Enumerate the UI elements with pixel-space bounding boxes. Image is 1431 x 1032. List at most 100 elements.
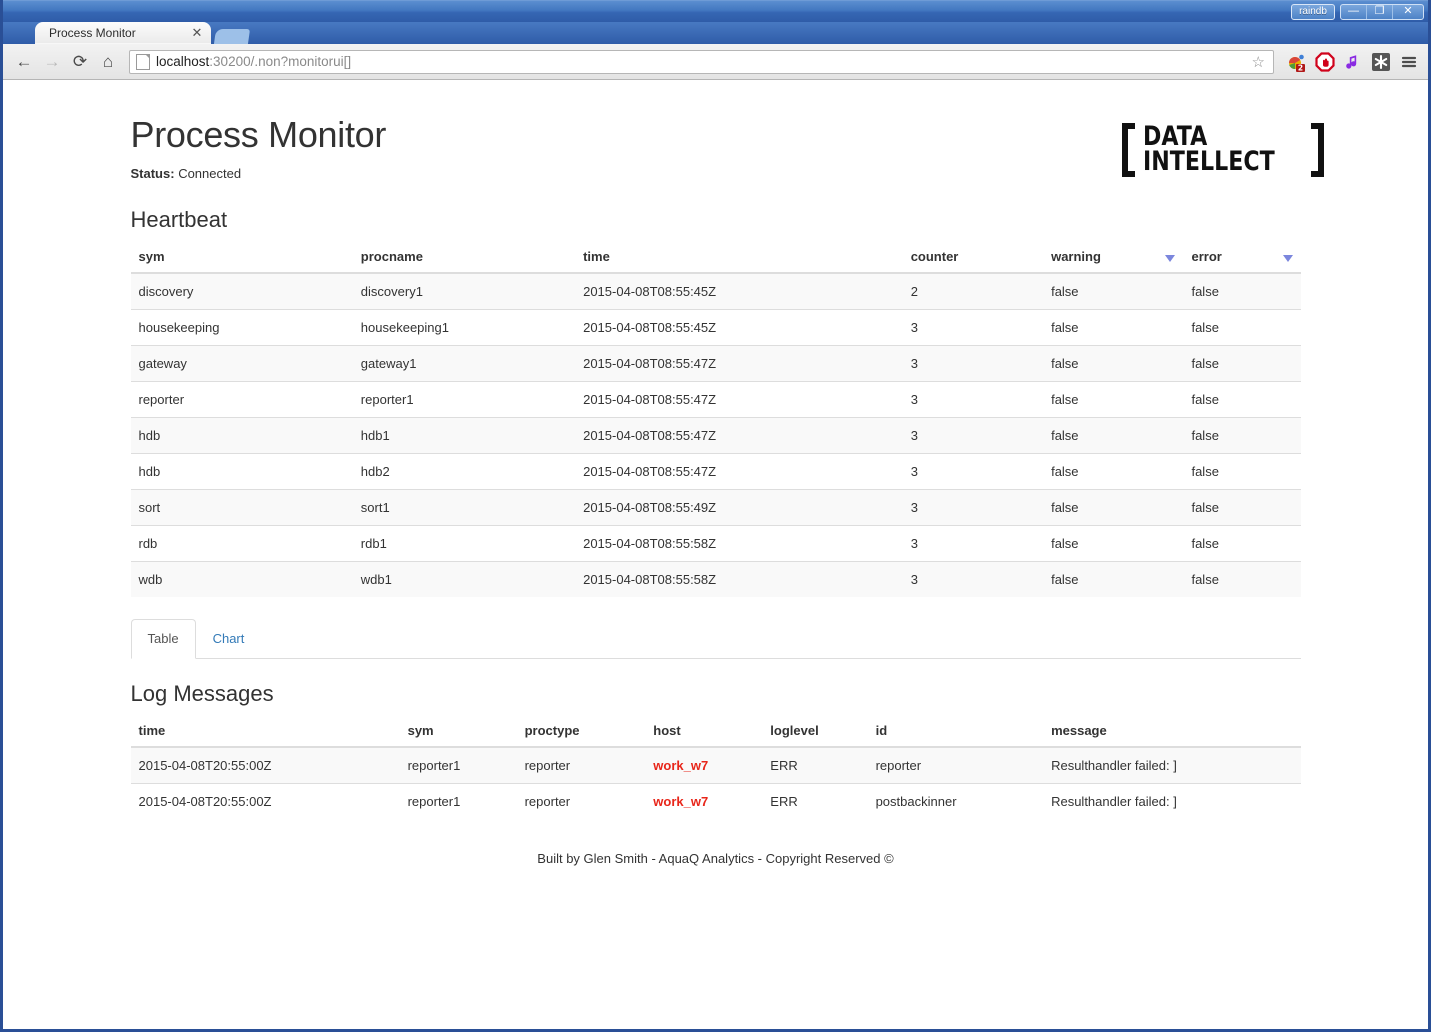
cell-counter: 3 (902, 381, 1044, 418)
cell-sym: discovery (130, 272, 353, 310)
cell-host: work_w7 (645, 783, 763, 820)
cell-proctype: reporter (516, 783, 646, 820)
heartbeat-table: sym procname time counter warning error disco… (130, 241, 1301, 597)
table-row[interactable]: rdb rdb1 2015-04-08T08:55:58Z 3 false false (130, 525, 1301, 562)
column-header-loglevel[interactable]: loglevel (762, 715, 868, 749)
page-info-icon (136, 53, 150, 70)
sort-descending-icon[interactable] (1165, 254, 1176, 262)
table-row[interactable]: gateway gateway1 2015-04-08T08:55:47Z 3 fals… (130, 345, 1301, 382)
column-header-time[interactable]: time (575, 241, 903, 274)
column-header-host[interactable]: host (645, 715, 763, 749)
google-drive-extension-icon[interactable]: 2 (1286, 51, 1308, 73)
cell-time: 2015-04-08T08:55:58Z (575, 561, 903, 597)
status-label: Status: (130, 166, 175, 181)
cell-procname: sort1 (352, 489, 576, 526)
close-icon[interactable]: ✕ (189, 25, 205, 41)
cell-error: false (1183, 417, 1301, 454)
cell-counter: 2 (902, 272, 1044, 310)
maximize-button[interactable]: ❐ (1367, 4, 1393, 19)
window-app-label[interactable]: raindb (1291, 3, 1335, 20)
table-row[interactable]: discovery discovery1 2015-04-08T08:55:45Z 2… (130, 272, 1301, 310)
tab-label[interactable]: Chart (196, 619, 262, 659)
cell-warning: false (1043, 489, 1184, 526)
log-messages-table-head: time sym proctype host loglevel id message (130, 715, 1301, 749)
tab-table[interactable]: Table (130, 619, 196, 660)
logo-line-2: INTELLECT (1142, 146, 1275, 177)
cell-sym: reporter1 (399, 746, 517, 784)
tab-chart[interactable]: Chart (196, 619, 262, 659)
column-header-error[interactable]: error (1183, 241, 1301, 274)
column-header-time[interactable]: time (130, 715, 400, 749)
cell-warning: false (1043, 561, 1184, 597)
reload-icon[interactable]: ⟳ (67, 49, 93, 75)
table-row[interactable]: housekeeping housekeeping1 2015-04-08T08:5… (130, 309, 1301, 346)
music-note-icon[interactable] (1342, 51, 1364, 73)
cell-sym: housekeeping (130, 309, 353, 346)
asterisk-extension-icon[interactable] (1370, 51, 1392, 73)
url-path: :30200/.non?monitorui[] (209, 54, 352, 69)
column-header-proctype[interactable]: proctype (516, 715, 646, 749)
back-icon[interactable]: ← (11, 49, 37, 75)
table-row[interactable]: hdb hdb2 2015-04-08T08:55:47Z 3 false false (130, 453, 1301, 490)
cell-time: 2015-04-08T08:55:47Z (575, 345, 903, 382)
column-header-sym[interactable]: sym (399, 715, 517, 749)
cell-message: Resulthandler failed: ] (1043, 746, 1301, 784)
log-messages-table-body: 2015-04-08T20:55:00Z reporter1 reporter wor… (130, 746, 1301, 820)
column-header-message[interactable]: message (1043, 715, 1301, 749)
forward-icon[interactable]: → (39, 49, 65, 75)
cell-sym: rdb (130, 525, 353, 562)
heartbeat-table-body: discovery discovery1 2015-04-08T08:55:45Z 2… (130, 272, 1301, 597)
svg-text:2: 2 (1298, 63, 1303, 71)
cell-time: 2015-04-08T08:55:49Z (575, 489, 903, 526)
browser-toolbar: ← → ⟳ ⌂ localhost:30200/.non?monitorui[]… (3, 44, 1428, 80)
minimize-button[interactable]: — (1341, 4, 1367, 19)
cell-procname: wdb1 (352, 561, 576, 597)
adblock-icon[interactable] (1314, 51, 1336, 73)
column-header-id[interactable]: id (867, 715, 1044, 749)
table-row[interactable]: 2015-04-08T20:55:00Z reporter1 reporter wor… (130, 746, 1301, 784)
new-tab-button[interactable] (213, 29, 251, 44)
cell-sym: hdb (130, 417, 353, 454)
logo-bracket-left (1121, 123, 1135, 177)
chrome-menu-icon[interactable] (1398, 51, 1420, 73)
cell-loglevel: ERR (762, 783, 868, 820)
browser-tab[interactable]: Process Monitor ✕ (35, 22, 211, 44)
extension-icons: 2 (1282, 51, 1420, 73)
home-icon[interactable]: ⌂ (95, 49, 121, 75)
column-header-label: counter (910, 249, 959, 264)
cell-warning: false (1043, 309, 1184, 346)
column-header-warning[interactable]: warning (1043, 241, 1184, 274)
cell-time: 2015-04-08T08:55:47Z (575, 381, 903, 418)
cell-proctype: reporter (516, 746, 646, 784)
view-tabs: Table Chart (130, 619, 1301, 660)
column-header-procname[interactable]: procname (352, 241, 576, 274)
page-footer: Built by Glen Smith - AquaQ Analytics - … (537, 851, 894, 867)
cell-procname: hdb1 (352, 417, 576, 454)
address-bar[interactable]: localhost:30200/.non?monitorui[] ☆ (129, 49, 1274, 74)
heartbeat-table-head: sym procname time counter warning error (130, 241, 1301, 274)
tab-label[interactable]: Table (130, 619, 196, 660)
column-header-label: time (583, 249, 610, 264)
log-messages-section: Log Messages time sym proctype host loglevel… (130, 681, 1301, 820)
table-row[interactable]: sort sort1 2015-04-08T08:55:49Z 3 false false (130, 489, 1301, 526)
bookmark-star-icon[interactable]: ☆ (1248, 53, 1269, 71)
sort-descending-icon[interactable] (1282, 254, 1293, 262)
table-row[interactable]: reporter reporter1 2015-04-08T08:55:47Z 3 fa… (130, 381, 1301, 418)
column-header-sym[interactable]: sym (130, 241, 353, 274)
table-row[interactable]: 2015-04-08T20:55:00Z reporter1 reporter wor… (130, 783, 1301, 820)
cell-procname: discovery1 (352, 272, 576, 310)
column-header-label: warning (1051, 249, 1101, 264)
window-titlebar: raindb — ❐ ✕ (3, 0, 1428, 22)
heartbeat-heading: Heartbeat (130, 207, 228, 232)
cell-procname: rdb1 (352, 525, 576, 562)
cell-counter: 3 (902, 489, 1044, 526)
table-row[interactable]: wdb wdb1 2015-04-08T08:55:58Z 3 false false (130, 561, 1301, 597)
table-row[interactable]: hdb hdb1 2015-04-08T08:55:47Z 3 false false (130, 417, 1301, 454)
column-header-label: error (1191, 249, 1222, 264)
close-button[interactable]: ✕ (1393, 5, 1423, 19)
window-controls: raindb — ❐ ✕ (1291, 3, 1424, 20)
page-container: DATA INTELLECT Process Monitor Status: C… (130, 80, 1325, 867)
cell-id: reporter (867, 746, 1044, 784)
column-header-counter[interactable]: counter (902, 241, 1044, 274)
cell-procname: hdb2 (352, 453, 576, 490)
